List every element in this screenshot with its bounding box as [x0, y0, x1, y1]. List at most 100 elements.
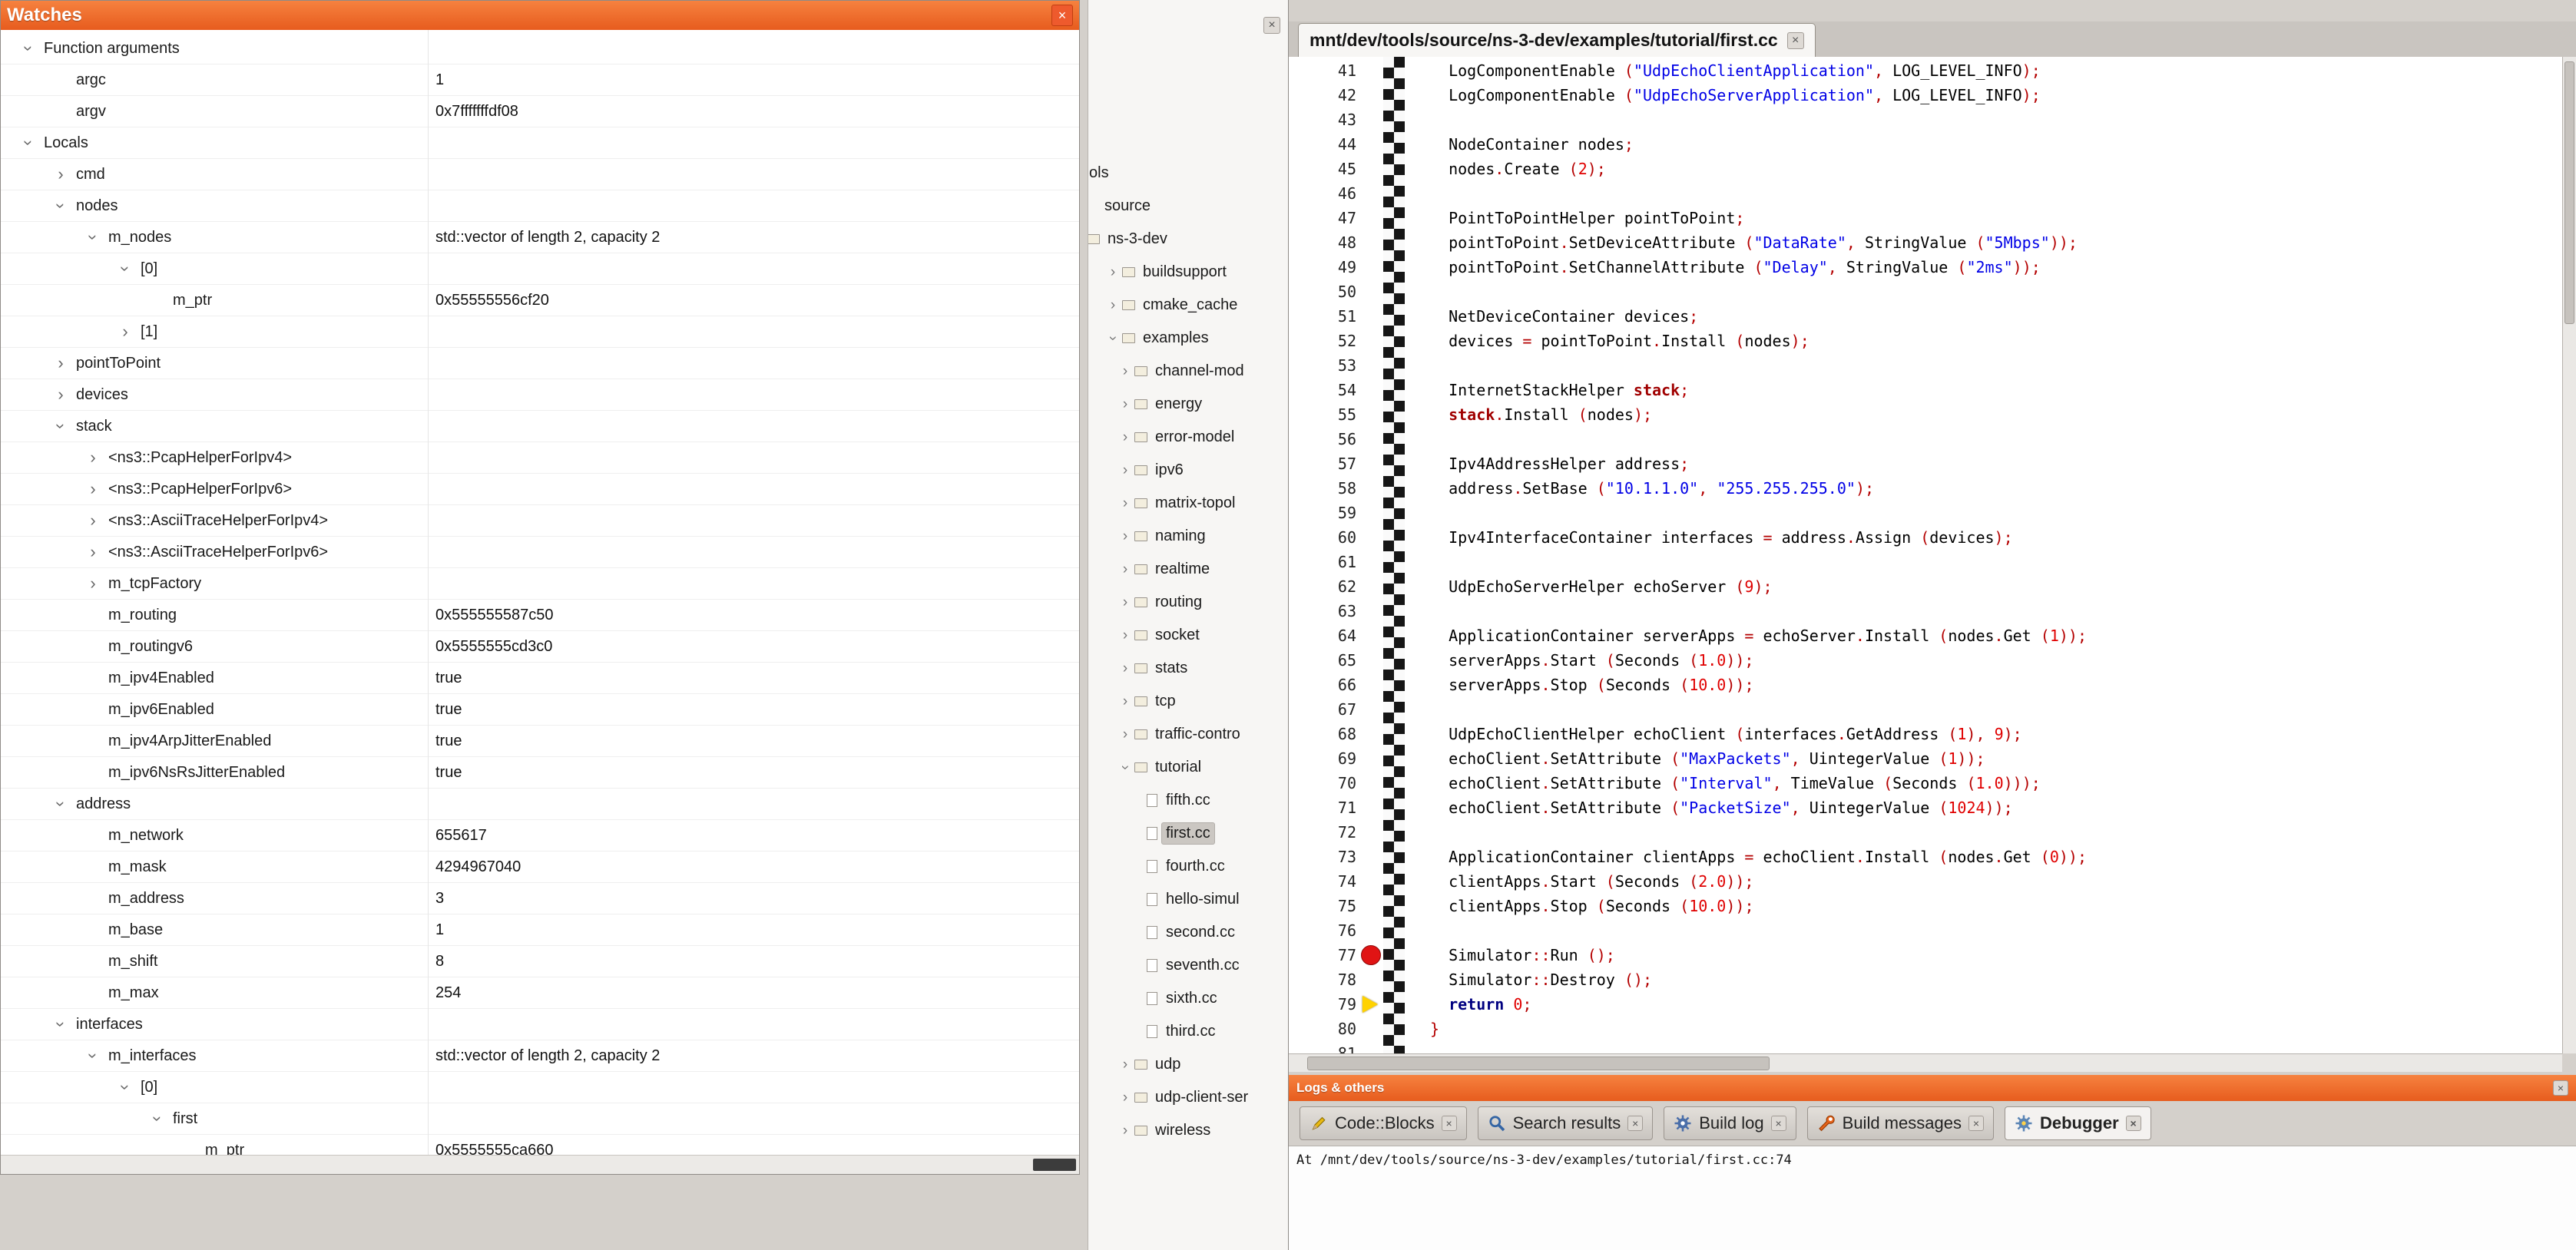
chevron-right-icon[interactable]: › — [1117, 463, 1133, 478]
code-line[interactable] — [1430, 918, 2087, 943]
scrollbar-thumb[interactable] — [1307, 1057, 1770, 1070]
line-number[interactable]: 46 — [1289, 181, 1362, 206]
chevron-right-icon[interactable]: › — [78, 544, 108, 561]
tree-item-tutorial[interactable]: ›tutorial — [1117, 751, 1288, 784]
code-line[interactable] — [1430, 820, 2087, 845]
line-number[interactable]: 78 — [1289, 967, 1362, 992]
line-number[interactable]: 63 — [1289, 599, 1362, 623]
code-line[interactable]: devices = pointToPoint.Install (nodes); — [1430, 329, 2087, 353]
line-number[interactable]: 65 — [1289, 648, 1362, 673]
chevron-right-icon[interactable]: › — [1117, 364, 1133, 379]
tree-item-sixth.cc[interactable]: sixth.cc — [1145, 982, 1288, 1015]
chevron-right-icon[interactable]: › — [1117, 562, 1133, 577]
chevron-right-icon[interactable]: › — [110, 323, 141, 340]
scrollbar-thumb[interactable] — [1033, 1159, 1076, 1171]
tree-item-ols[interactable]: ols — [1088, 157, 1288, 190]
watches-titlebar[interactable]: Watches × — [1, 1, 1079, 30]
chevron-right-icon[interactable]: › — [78, 575, 108, 592]
line-number[interactable]: 72 — [1289, 820, 1362, 845]
line-number[interactable]: 50 — [1289, 279, 1362, 304]
line-number[interactable]: 71 — [1289, 795, 1362, 820]
chevron-right-icon[interactable]: › — [1105, 265, 1121, 279]
tree-item-fifth.cc[interactable]: fifth.cc — [1145, 784, 1288, 817]
watch-row-m_max[interactable]: m_max254 — [1, 977, 1079, 1009]
line-number[interactable]: 77 — [1289, 943, 1362, 967]
code-area[interactable]: 4142434445464748495051525354555657585960… — [1289, 57, 2562, 1053]
watch-row-m_ptr[interactable]: m_ptr0x5555555ca660 — [1, 1135, 1079, 1156]
line-number[interactable]: 47 — [1289, 206, 1362, 230]
code-line[interactable]: nodes.Create (2); — [1430, 157, 2087, 181]
tab-Code::Blocks[interactable]: Code::Blocks× — [1300, 1106, 1467, 1140]
tab-Search results[interactable]: Search results× — [1478, 1106, 1654, 1140]
chevron-down-icon[interactable]: › — [149, 1110, 166, 1128]
watch-row-cmd[interactable]: ›cmd — [1, 159, 1079, 190]
chevron-right-icon[interactable]: › — [1117, 1057, 1133, 1072]
tree-item-hello-simul[interactable]: hello-simul — [1145, 883, 1288, 916]
chevron-right-icon[interactable]: › — [1117, 595, 1133, 610]
tree-item-buildsupport[interactable]: ›buildsupport — [1105, 256, 1288, 289]
code-line[interactable]: address.SetBase ("10.1.1.0", "255.255.25… — [1430, 476, 2087, 501]
chevron-right-icon[interactable]: › — [1117, 1090, 1133, 1105]
chevron-down-icon[interactable]: › — [117, 260, 134, 278]
chevron-right-icon[interactable]: › — [45, 166, 76, 183]
line-number[interactable]: 45 — [1289, 157, 1362, 181]
code-line[interactable]: echoClient.SetAttribute ("MaxPackets", U… — [1430, 746, 2087, 771]
code-line[interactable]: } — [1430, 1017, 2087, 1041]
chevron-right-icon[interactable]: › — [1117, 661, 1133, 676]
watch-row-<ns3::PcapHelperForIpv6>[interactable]: ›<ns3::PcapHelperForIpv6> — [1, 474, 1079, 505]
line-number[interactable]: 80 — [1289, 1017, 1362, 1041]
line-number[interactable]: 51 — [1289, 304, 1362, 329]
code-line[interactable]: stack.Install (nodes); — [1430, 402, 2087, 427]
watch-row-m_address[interactable]: m_address3 — [1, 883, 1079, 914]
line-number[interactable]: 60 — [1289, 525, 1362, 550]
code-line[interactable] — [1430, 427, 2087, 451]
watch-row-m_network[interactable]: m_network655617 — [1, 820, 1079, 852]
code-line[interactable]: LogComponentEnable ("UdpEchoServerApplic… — [1430, 83, 2087, 107]
code-line[interactable]: PointToPointHelper pointToPoint; — [1430, 206, 2087, 230]
close-icon[interactable]: × — [1771, 1116, 1786, 1131]
line-number[interactable]: 58 — [1289, 476, 1362, 501]
tree-item-routing[interactable]: ›routing — [1117, 586, 1288, 619]
code-line[interactable] — [1430, 279, 2087, 304]
tab-Build log[interactable]: Build log× — [1664, 1106, 1796, 1140]
line-number[interactable]: 79 — [1289, 992, 1362, 1017]
chevron-right-icon[interactable]: › — [78, 512, 108, 529]
watch-row-m_ptr[interactable]: m_ptr0x55555556cf20 — [1, 285, 1079, 316]
close-icon[interactable]: × — [1263, 17, 1280, 34]
marker-margin[interactable] — [1361, 58, 1384, 1053]
line-number[interactable]: 56 — [1289, 427, 1362, 451]
tree-item-channel-mod[interactable]: ›channel-mod — [1117, 355, 1288, 388]
watch-row-<ns3::AsciiTraceHelperForIpv4>[interactable]: ›<ns3::AsciiTraceHelperForIpv4> — [1, 505, 1079, 537]
scrollbar-thumb[interactable] — [2564, 61, 2574, 324]
code-line[interactable]: echoClient.SetAttribute ("Interval", Tim… — [1430, 771, 2087, 795]
line-number[interactable]: 67 — [1289, 697, 1362, 722]
watch-row-m_mask[interactable]: m_mask4294967040 — [1, 852, 1079, 883]
code-line[interactable]: pointToPoint.SetDeviceAttribute ("DataRa… — [1430, 230, 2087, 255]
chevron-right-icon[interactable]: › — [1105, 298, 1121, 312]
tree-item-ns-3-dev[interactable]: ›ns-3-dev — [1088, 223, 1288, 256]
code-line[interactable]: Ipv4InterfaceContainer interfaces = addr… — [1430, 525, 2087, 550]
code-line[interactable] — [1430, 181, 2087, 206]
chevron-down-icon[interactable]: › — [84, 1047, 101, 1065]
line-number[interactable]: 68 — [1289, 722, 1362, 746]
tree-item-socket[interactable]: ›socket — [1117, 619, 1288, 652]
line-number[interactable]: 59 — [1289, 501, 1362, 525]
line-number[interactable]: 55 — [1289, 402, 1362, 427]
watch-row-interfaces[interactable]: ›interfaces — [1, 1009, 1079, 1040]
tree-item-error-model[interactable]: ›error-model — [1117, 421, 1288, 454]
line-number[interactable]: 69 — [1289, 746, 1362, 771]
tree-item-udp-client-ser[interactable]: ›udp-client-ser — [1117, 1081, 1288, 1114]
editor-vertical-scrollbar[interactable] — [2562, 57, 2576, 1053]
breakpoint-icon[interactable] — [1361, 945, 1381, 965]
code-line[interactable]: ApplicationContainer serverApps = echoSe… — [1430, 623, 2087, 648]
watch-row-[0][interactable]: ›[0] — [1, 1072, 1079, 1103]
watch-row-m_routingv6[interactable]: m_routingv60x5555555cd3c0 — [1, 631, 1079, 663]
watch-row-m_ipv4Enabled[interactable]: m_ipv4Enabledtrue — [1, 663, 1079, 694]
code-line[interactable]: serverApps.Stop (Seconds (10.0)); — [1430, 673, 2087, 697]
code-line[interactable]: pointToPoint.SetChannelAttribute ("Delay… — [1430, 255, 2087, 279]
tree-item-second.cc[interactable]: second.cc — [1145, 916, 1288, 949]
watch-row-m_ipv4ArpJitterEnabled[interactable]: m_ipv4ArpJitterEnabledtrue — [1, 726, 1079, 757]
close-icon[interactable]: × — [2553, 1080, 2568, 1096]
line-number[interactable]: 81 — [1289, 1041, 1362, 1053]
line-number[interactable]: 57 — [1289, 451, 1362, 476]
